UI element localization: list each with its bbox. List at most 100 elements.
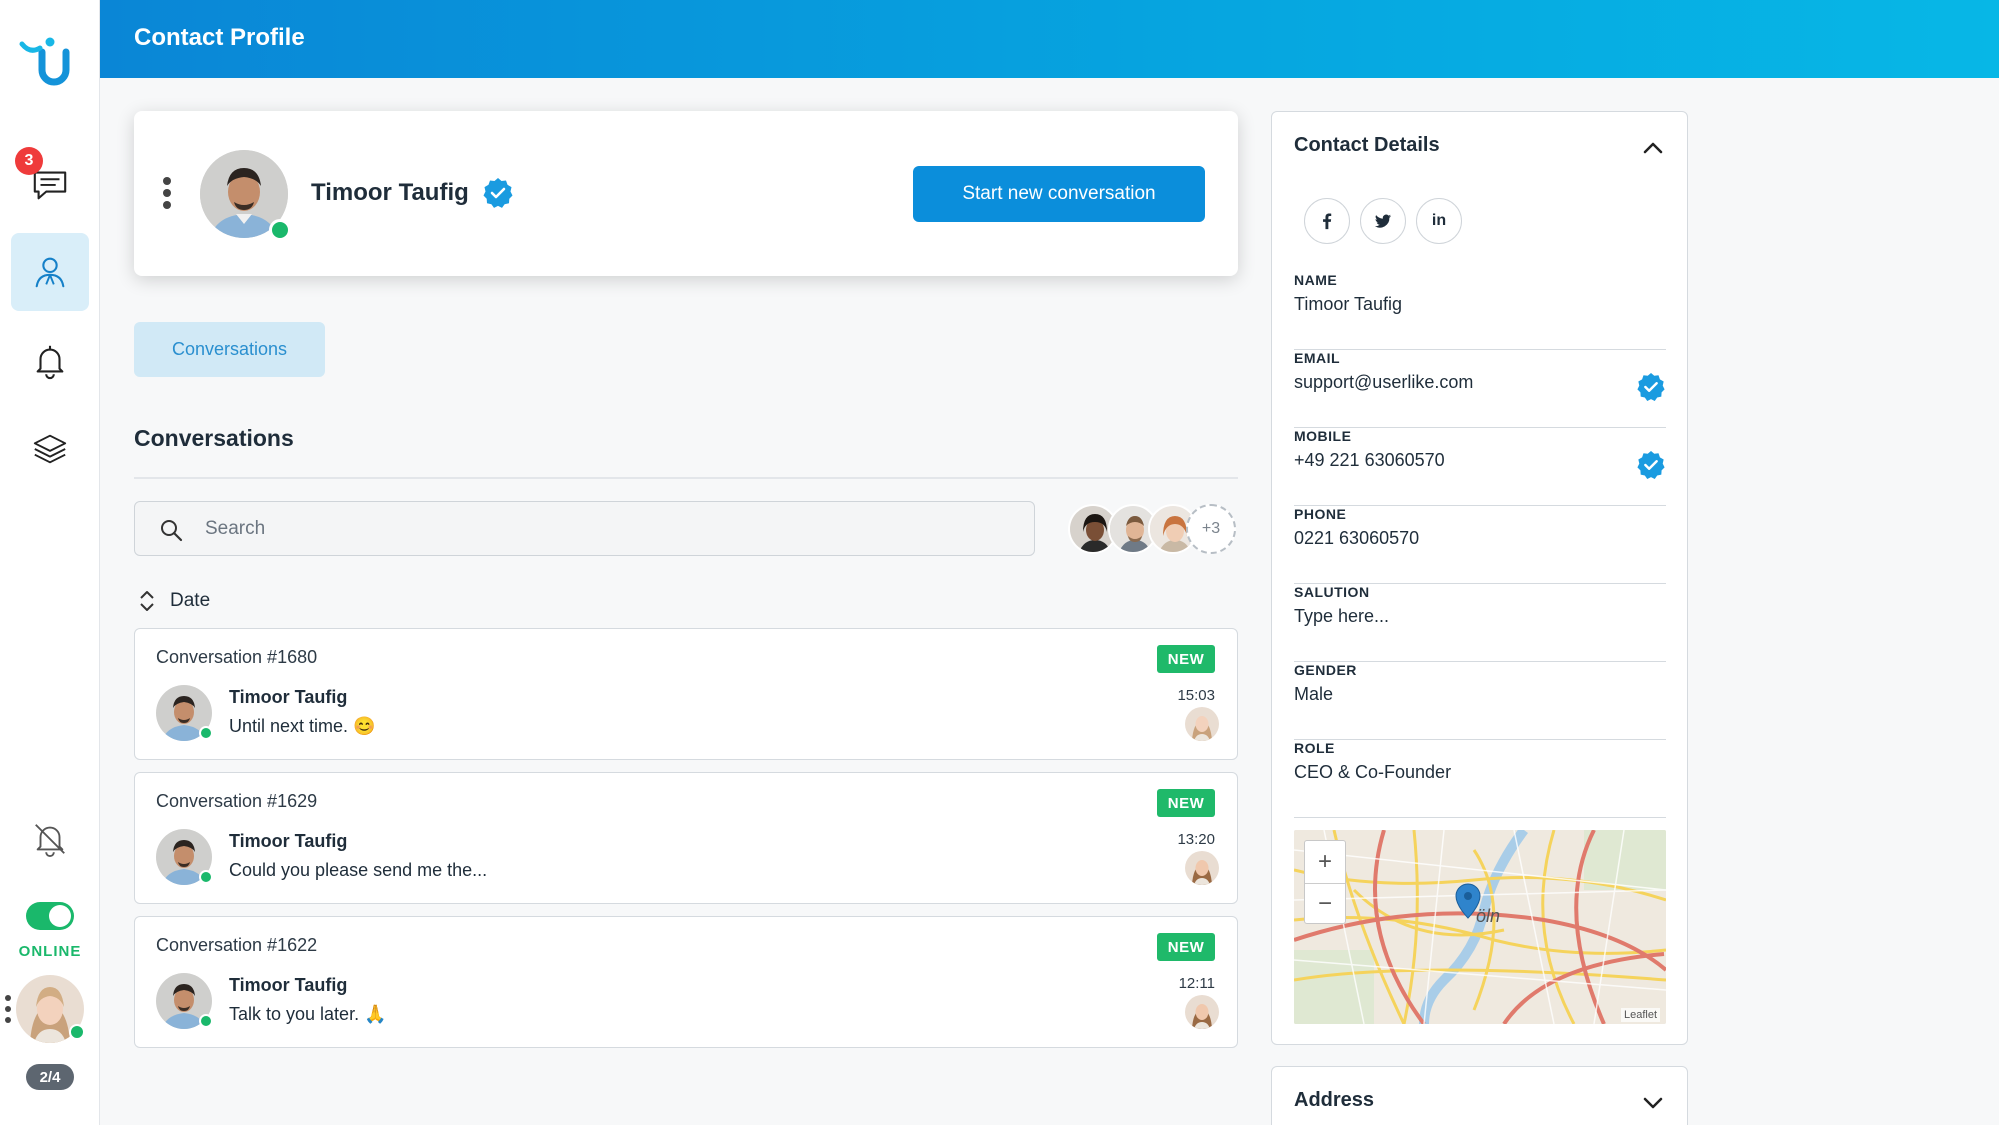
name-field[interactable]: NAME Timoor Taufig	[1294, 272, 1666, 350]
facebook-icon[interactable]	[1304, 198, 1350, 244]
mobile-value: +49 221 63060570	[1294, 450, 1445, 470]
conversation-time: 13:20	[1177, 831, 1215, 848]
agent-avatar	[1185, 707, 1219, 741]
profile-card: Timoor Taufig Start new conversation	[134, 111, 1238, 276]
map-tiles: öln	[1294, 830, 1666, 1024]
social-links: in	[1304, 198, 1462, 244]
online-status-label: ONLINE	[18, 943, 82, 960]
search-icon	[161, 520, 183, 542]
email-value: support@userlike.com	[1294, 372, 1474, 392]
page-count: 2/4	[26, 1064, 74, 1090]
search-field[interactable]	[134, 501, 1035, 556]
name-label: NAME	[1294, 272, 1338, 288]
salutation-field[interactable]: SALUTION Type here...	[1294, 584, 1666, 662]
conversation-last-message: Until next time. 😊	[229, 716, 376, 736]
agent-online-dot	[69, 1024, 85, 1040]
contacts-icon	[35, 257, 65, 288]
linkedin-icon[interactable]: in	[1416, 198, 1462, 244]
gender-label: GENDER	[1294, 662, 1357, 678]
more-participants-count[interactable]: +3	[1186, 504, 1236, 554]
linkedin-label: in	[1431, 212, 1447, 229]
zoom-out-button[interactable]: −	[1305, 883, 1345, 924]
location-map[interactable]: öln + − Leaflet	[1294, 830, 1666, 1024]
sort-icon	[140, 591, 154, 611]
phone-value: 0221 63060570	[1294, 528, 1420, 548]
contact-details-title: Contact Details	[1294, 134, 1440, 156]
bell-icon	[36, 345, 64, 380]
salutation-value: Type here...	[1294, 606, 1390, 626]
conversation-title: Conversation #1629	[156, 791, 318, 811]
online-dot	[199, 1014, 213, 1028]
conversations-heading: Conversations	[134, 425, 294, 451]
userlike-logo[interactable]	[18, 36, 78, 96]
email-field[interactable]: EMAIL support@userlike.com	[1294, 350, 1666, 428]
online-toggle[interactable]	[26, 902, 74, 930]
mobile-label: MOBILE	[1294, 428, 1352, 444]
sidebar: 3 ONLINE 2/4	[0, 0, 100, 1125]
map-city-label: öln	[1476, 906, 1500, 926]
conversation-last-message: Talk to you later. 🙏	[229, 1004, 387, 1024]
conversation-contact-name: Timoor Taufig	[229, 831, 348, 851]
sort-label: Date	[170, 590, 211, 611]
sort-control[interactable]: Date	[138, 590, 210, 612]
page-title: Contact Profile	[134, 24, 305, 51]
header-bar: Contact Profile	[100, 0, 1999, 78]
phone-field[interactable]: PHONE 0221 63060570	[1294, 506, 1666, 584]
new-badge: NEW	[1157, 933, 1215, 961]
bell-off-icon	[35, 824, 65, 858]
contact-name: Timoor Taufig	[311, 179, 469, 206]
map-attribution[interactable]: Leaflet	[1620, 1008, 1660, 1022]
agent-menu-icon[interactable]	[4, 995, 12, 1023]
conversation-item[interactable]: Conversation #1629 NEW Timoor Taufig Cou…	[134, 772, 1238, 904]
chevron-down-icon[interactable]	[1641, 1091, 1665, 1115]
layers-icon	[33, 434, 67, 464]
conversation-contact-name: Timoor Taufig	[229, 975, 348, 995]
sidebar-item-notifications[interactable]	[11, 322, 89, 400]
online-dot	[199, 726, 213, 740]
conversation-contact-name: Timoor Taufig	[229, 687, 348, 707]
new-badge: NEW	[1157, 789, 1215, 817]
map-zoom-control: + −	[1304, 840, 1346, 924]
agent-avatar	[1185, 851, 1219, 885]
address-panel[interactable]: Address	[1271, 1066, 1688, 1125]
mute-notifications-button[interactable]	[11, 800, 89, 878]
online-dot	[199, 870, 213, 884]
agent-avatar	[1185, 995, 1219, 1029]
role-label: ROLE	[1294, 740, 1335, 756]
address-title: Address	[1294, 1089, 1375, 1111]
role-field[interactable]: ROLE CEO & Co-Founder	[1294, 740, 1666, 818]
participants-stack[interactable]: +3	[1068, 504, 1238, 554]
verified-icon	[1637, 372, 1665, 401]
sidebar-item-chats[interactable]: 3	[11, 145, 89, 223]
salutation-label: SALUTION	[1294, 584, 1370, 600]
chevron-up-icon[interactable]	[1641, 136, 1665, 160]
name-value: Timoor Taufig	[1294, 294, 1403, 314]
conversation-last-message: Could you please send me the...	[229, 860, 488, 880]
conversation-item[interactable]: Conversation #1680 NEW Timoor Taufig Unt…	[134, 628, 1238, 760]
verified-icon	[1637, 450, 1665, 479]
mobile-field[interactable]: MOBILE +49 221 63060570	[1294, 428, 1666, 506]
start-conversation-button[interactable]: Start new conversation	[913, 166, 1205, 222]
conversation-title: Conversation #1622	[156, 935, 318, 955]
zoom-in-button[interactable]: +	[1305, 841, 1345, 882]
conversation-time: 12:11	[1178, 975, 1215, 992]
phone-label: PHONE	[1294, 506, 1347, 522]
unread-badge: 3	[15, 147, 43, 175]
divider	[134, 477, 1238, 479]
gender-field[interactable]: GENDER Male	[1294, 662, 1666, 740]
more-options-icon[interactable]	[162, 177, 172, 209]
conversation-title: Conversation #1680	[156, 647, 318, 667]
tab-conversations[interactable]: Conversations	[134, 322, 325, 377]
conversation-item[interactable]: Conversation #1622 NEW Timoor Taufig Tal…	[134, 916, 1238, 1048]
gender-value: Male	[1294, 684, 1334, 704]
email-label: EMAIL	[1294, 350, 1341, 366]
verified-icon	[483, 178, 513, 208]
new-badge: NEW	[1157, 645, 1215, 673]
conversation-time: 15:03	[1177, 687, 1215, 704]
role-value: CEO & Co-Founder	[1294, 762, 1452, 782]
sidebar-item-contacts[interactable]	[11, 233, 89, 311]
search-input[interactable]	[205, 502, 1005, 555]
contact-online-dot	[269, 219, 291, 241]
twitter-icon[interactable]	[1360, 198, 1406, 244]
sidebar-item-layers[interactable]	[11, 410, 89, 488]
